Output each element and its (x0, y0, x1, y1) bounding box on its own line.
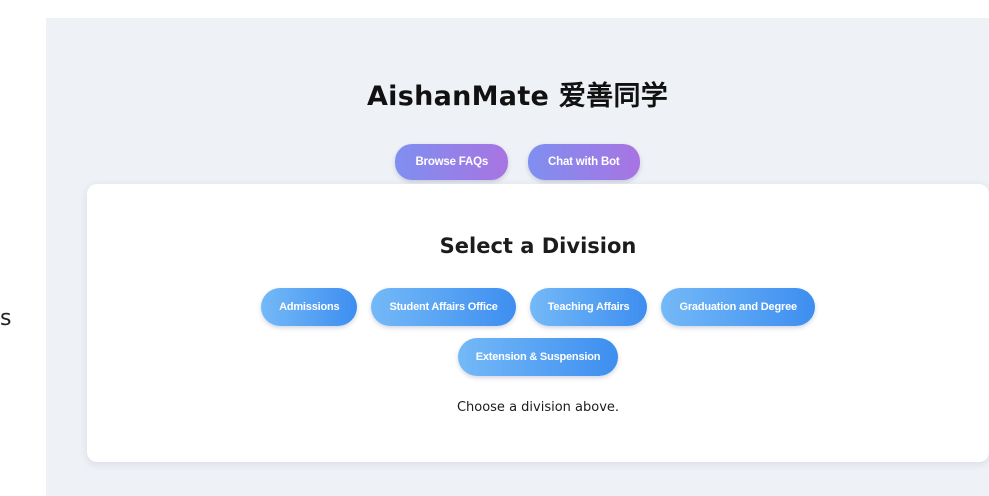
division-buttons-row-1: Admissions Student Affairs Office Teachi… (87, 288, 989, 326)
screenshot-stage: s AishanMate 爱善同学 Browse FAQs Chat with … (0, 0, 989, 496)
app-panel: AishanMate 爱善同学 Browse FAQs Chat with Bo… (46, 18, 989, 496)
division-buttons-row-2: Extension & Suspension (87, 338, 989, 376)
browse-faqs-button[interactable]: Browse FAQs (395, 144, 509, 180)
division-hint-text: Choose a division above. (456, 400, 620, 415)
app-title: AishanMate 爱善同学 (366, 81, 669, 112)
division-button-graduation-and-degree[interactable]: Graduation and Degree (661, 288, 815, 326)
division-button-extension-suspension[interactable]: Extension & Suspension (457, 338, 619, 376)
top-actions: Browse FAQs Chat with Bot (46, 144, 989, 180)
division-button-admissions[interactable]: Admissions (261, 288, 358, 326)
chat-with-bot-button[interactable]: Chat with Bot (528, 144, 640, 180)
division-button-student-affairs-office[interactable]: Student Affairs Office (371, 288, 516, 326)
division-button-teaching-affairs[interactable]: Teaching Affairs (529, 288, 648, 326)
side-text-fragment: s (0, 306, 12, 331)
division-card-title: Select a Division (439, 234, 637, 258)
division-card: Select a Division Admissions Student Aff… (87, 184, 989, 462)
